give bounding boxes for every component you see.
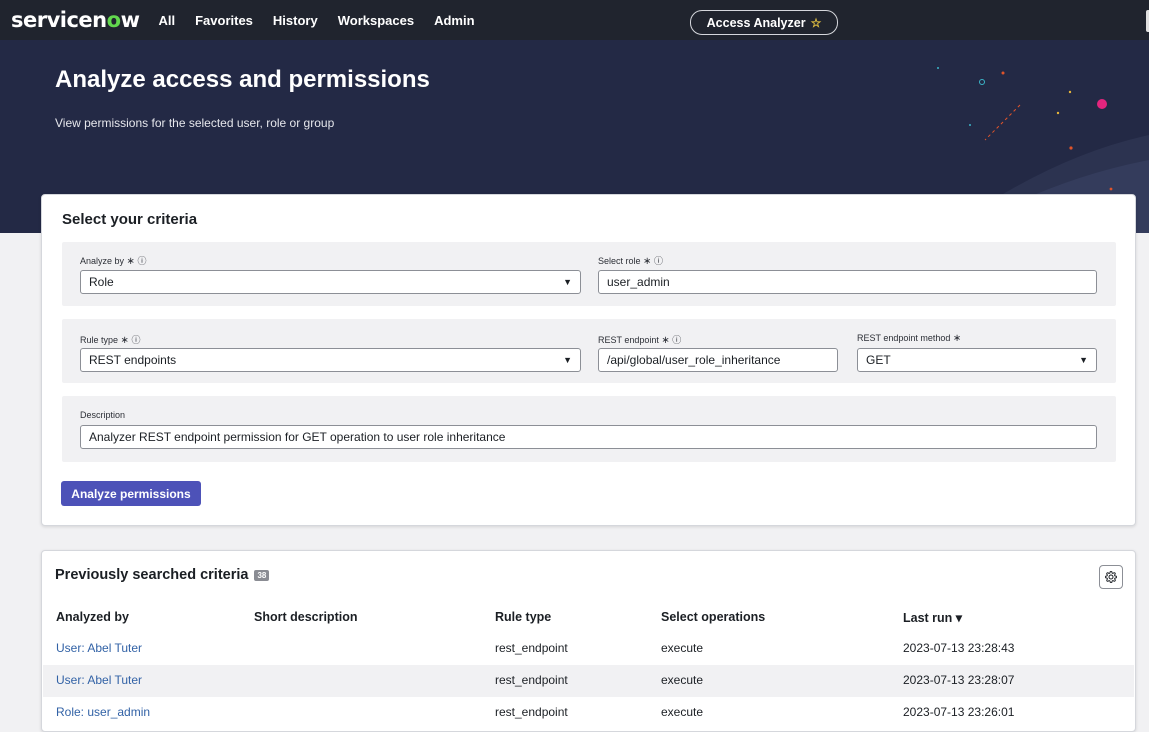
nav-history[interactable]: History	[273, 13, 318, 28]
criteria-section-2: Rule type ∗ ⓘ REST endpoints ▼ REST endpo…	[62, 319, 1116, 383]
operations-cell: execute	[661, 705, 704, 719]
servicenow-logo[interactable]: servicenow	[11, 8, 140, 32]
rest-endpoint-input[interactable]: /api/global/user_role_inheritance	[598, 348, 838, 372]
criteria-heading: Select your criteria	[62, 211, 198, 228]
select-role-input[interactable]: user_admin	[598, 270, 1097, 294]
required-icon: ∗	[126, 256, 135, 267]
select-role-label: Select role ∗ ⓘ	[598, 256, 663, 267]
required-icon: ∗	[120, 335, 129, 346]
count-badge: 38	[254, 569, 270, 581]
column-header-short-description[interactable]: Short description	[254, 610, 357, 624]
last-run-cell: 2023-07-13 23:28:07	[903, 673, 1015, 687]
chevron-down-icon: ▼	[563, 277, 572, 287]
rule-type-cell: rest_endpoint	[495, 705, 568, 719]
analyze-by-label: Analyze by ∗ ⓘ	[80, 256, 147, 267]
previous-criteria-heading: Previously searched criteria 38	[55, 567, 270, 583]
nav-all[interactable]: All	[158, 13, 175, 28]
app-title-pill[interactable]: Access Analyzer ☆	[690, 10, 838, 35]
column-header-analyzed-by[interactable]: Analyzed by	[56, 610, 129, 624]
page-title: Analyze access and permissions	[55, 66, 430, 93]
analyzed-by-link[interactable]: User: Abel Tuter	[56, 641, 142, 655]
column-header-select-operations[interactable]: Select operations	[661, 610, 765, 624]
chevron-down-icon: ▼	[563, 355, 572, 365]
required-icon: ∗	[661, 335, 670, 346]
chevron-down-icon: ▼	[1079, 355, 1088, 365]
rule-type-label: Rule type ∗ ⓘ	[80, 335, 141, 346]
star-icon[interactable]: ☆	[811, 16, 822, 30]
description-label: Description	[80, 410, 126, 420]
operations-cell: execute	[661, 641, 704, 655]
analyze-permissions-button[interactable]: Analyze permissions	[61, 481, 201, 506]
last-run-cell: 2023-07-13 23:28:43	[903, 641, 1015, 655]
rest-endpoint-label: REST endpoint ∗ ⓘ	[598, 335, 682, 346]
rest-method-label: REST endpoint method ∗	[857, 333, 962, 344]
app-title: Access Analyzer	[706, 15, 806, 30]
analyzed-by-link[interactable]: Role: user_admin	[56, 705, 150, 719]
previous-criteria-card: Previously searched criteria 38 Analyzed …	[41, 550, 1136, 732]
table-settings-button[interactable]	[1099, 565, 1123, 589]
description-input[interactable]: Analyzer REST endpoint permission for GE…	[80, 425, 1097, 449]
table-header: Analyzed by Short description Rule type …	[42, 610, 1135, 630]
top-nav: servicenow All Favorites History Workspa…	[0, 0, 1149, 40]
rule-type-select[interactable]: REST endpoints ▼	[80, 348, 581, 372]
page-subtitle: View permissions for the selected user, …	[55, 116, 335, 130]
nav-favorites[interactable]: Favorites	[195, 13, 253, 28]
info-icon: ⓘ	[131, 335, 141, 345]
nav-admin[interactable]: Admin	[434, 13, 474, 28]
gear-icon	[1105, 571, 1117, 583]
rule-type-cell: rest_endpoint	[495, 641, 568, 655]
analyze-by-select[interactable]: Role ▼	[80, 270, 581, 294]
table-row[interactable]: Role: user_admin rest_endpoint execute 2…	[43, 697, 1134, 729]
required-icon: ∗	[643, 256, 652, 267]
nav-workspaces[interactable]: Workspaces	[338, 13, 414, 28]
last-run-cell: 2023-07-13 23:26:01	[903, 705, 1015, 719]
table-row[interactable]: User: Abel Tuter rest_endpoint execute 2…	[43, 633, 1134, 665]
required-icon: ∗	[952, 333, 962, 344]
criteria-section-3: Description Analyzer REST endpoint permi…	[62, 396, 1116, 462]
rule-type-cell: rest_endpoint	[495, 673, 568, 687]
info-icon: ⓘ	[137, 256, 147, 266]
criteria-section-1: Analyze by ∗ ⓘ Role ▼ Select role ∗ ⓘ use…	[62, 242, 1116, 306]
info-icon: ⓘ	[653, 256, 663, 266]
operations-cell: execute	[661, 673, 704, 687]
table-row[interactable]: User: Abel Tuter rest_endpoint execute 2…	[43, 665, 1134, 697]
rest-method-select[interactable]: GET ▼	[857, 348, 1097, 372]
column-header-rule-type[interactable]: Rule type	[495, 610, 551, 624]
analyzed-by-link[interactable]: User: Abel Tuter	[56, 673, 142, 687]
column-header-last-run[interactable]: Last run ▾	[903, 610, 962, 625]
info-icon: ⓘ	[672, 335, 682, 345]
criteria-card: Select your criteria Analyze by ∗ ⓘ Role…	[41, 194, 1136, 526]
